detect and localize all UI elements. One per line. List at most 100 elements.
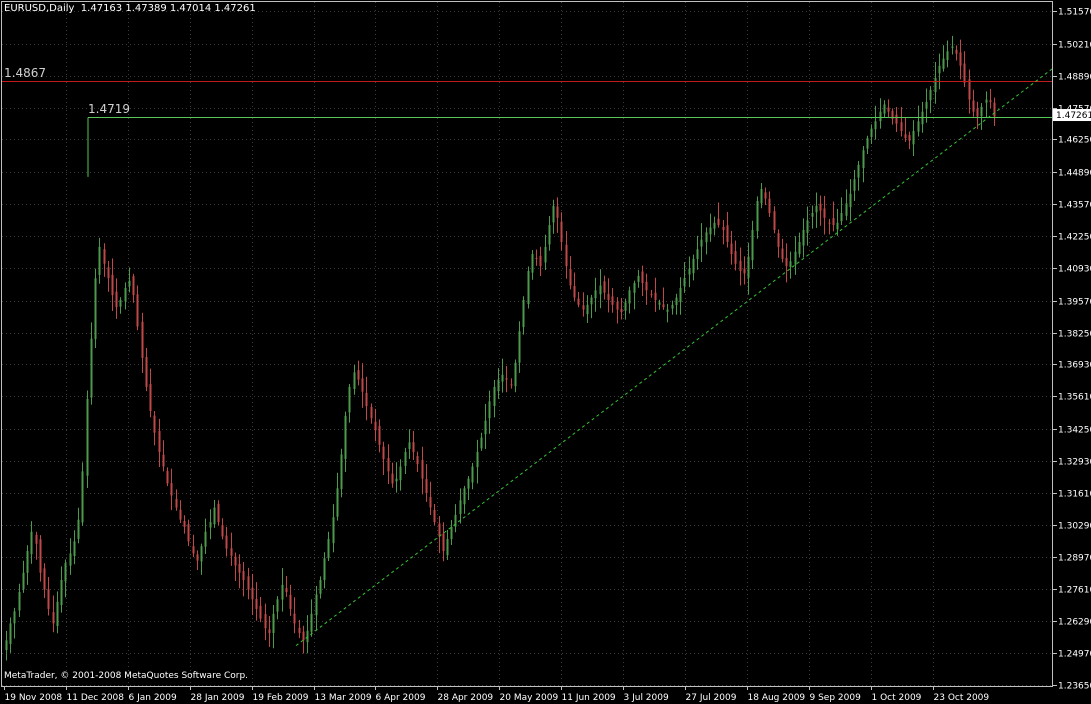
candle-body [675,297,678,306]
candle-body [399,466,402,481]
candle-body [9,623,12,645]
candle-body [743,268,746,274]
candle-body [722,226,725,230]
candle-body [52,612,55,624]
candle-body [340,454,343,490]
candle-body [217,503,220,523]
candle-body [281,584,284,600]
candle-body [450,526,453,540]
x-tick-label: 19 Nov 2008 [5,693,63,703]
candle-body [904,134,907,139]
candle-body [56,601,59,627]
candle-body [387,458,390,472]
candle-body [713,222,716,229]
candle-body [98,246,101,275]
candle-body [917,121,920,132]
candle-body [200,546,203,562]
candle-body [739,260,742,271]
candle-body [192,546,195,554]
x-tick-label: 1 Oct 2009 [872,693,922,703]
x-tick-label: 28 Jan 2009 [191,693,245,703]
y-tick-label: 1.23650 [1058,682,1091,692]
candle-body [285,588,288,593]
candle-body [705,232,708,243]
candle-body [963,63,966,83]
candle-body [866,138,869,149]
y-tick-label: 1.40930 [1058,265,1091,275]
candle-body [972,100,975,112]
candle-body [26,551,29,573]
candle-body [870,128,873,138]
candle-body [497,379,500,392]
candle-body [221,525,224,537]
candle-body [47,589,50,609]
candle-body [115,291,118,308]
candle-body [548,225,551,245]
candle-body [268,629,271,634]
y-tick-label: 1.34250 [1058,426,1091,436]
resistance-label: 1.4867 [4,65,46,80]
candle-body [951,46,954,48]
candle-body [616,301,619,310]
candle-body [438,523,441,537]
candle-body [654,292,657,300]
candle-body [942,58,945,69]
candle-body [476,452,479,468]
candle-body [624,302,627,311]
candle-body [768,198,771,214]
candle-body [692,258,695,274]
candle-body [514,362,517,387]
candle-body [293,613,296,624]
candle-body [845,203,848,216]
candle-body [183,521,186,527]
copyright-text: MetaTrader, © 2001-2008 MetaQuotes Softw… [4,671,249,681]
candle-body [505,378,508,380]
candle-body [442,533,445,552]
candle-body [980,106,983,117]
x-tick-label: 13 Mar 2009 [315,693,372,703]
candle-body [30,531,33,555]
candle-body [794,251,797,265]
x-tick-label: 19 Feb 2009 [253,693,309,703]
candle-body [934,77,937,93]
candle-body [662,304,665,308]
candle-body [412,442,415,453]
candle-body [162,454,165,467]
candle-body [319,579,322,594]
candle-body [187,524,190,542]
price-chart[interactable]: 1.515701.502101.488901.475701.462501.448… [0,0,1091,704]
ohlc-values: 1.47163 1.47389 1.47014 1.47261 [80,3,256,14]
candle-body [242,571,245,580]
candle-body [607,293,610,300]
x-tick-label: 20 May 2009 [500,693,559,703]
candle-body [77,519,80,539]
candle-body [522,299,525,328]
candle-body [798,242,801,255]
y-tick-label: 1.31610 [1058,490,1091,500]
candle-body [603,281,606,293]
candle-body [416,456,419,465]
y-tick-label: 1.38250 [1058,330,1091,340]
candle-body [641,271,644,284]
candle-body [510,384,513,386]
candle-body [289,594,292,609]
candle-body [175,498,178,508]
chart-header: EURUSD,Daily 1.47163 1.47389 1.47014 1.4… [4,3,256,14]
candle-body [565,244,568,267]
candle-body [929,89,932,101]
candle-body [484,420,487,435]
candle-body [717,218,720,226]
y-tick-label: 1.50210 [1058,41,1091,51]
candle-body [255,598,258,609]
candle-body [802,229,805,246]
candle-body [13,611,16,624]
candle-body [836,222,839,230]
candle-body [404,452,407,466]
candle-body [921,111,924,125]
y-tick-label: 1.39570 [1058,298,1091,308]
candle-body [107,267,110,279]
candle-body [501,374,504,382]
candle-body [730,243,733,255]
candle-body [18,592,21,611]
candle-body [327,538,330,559]
